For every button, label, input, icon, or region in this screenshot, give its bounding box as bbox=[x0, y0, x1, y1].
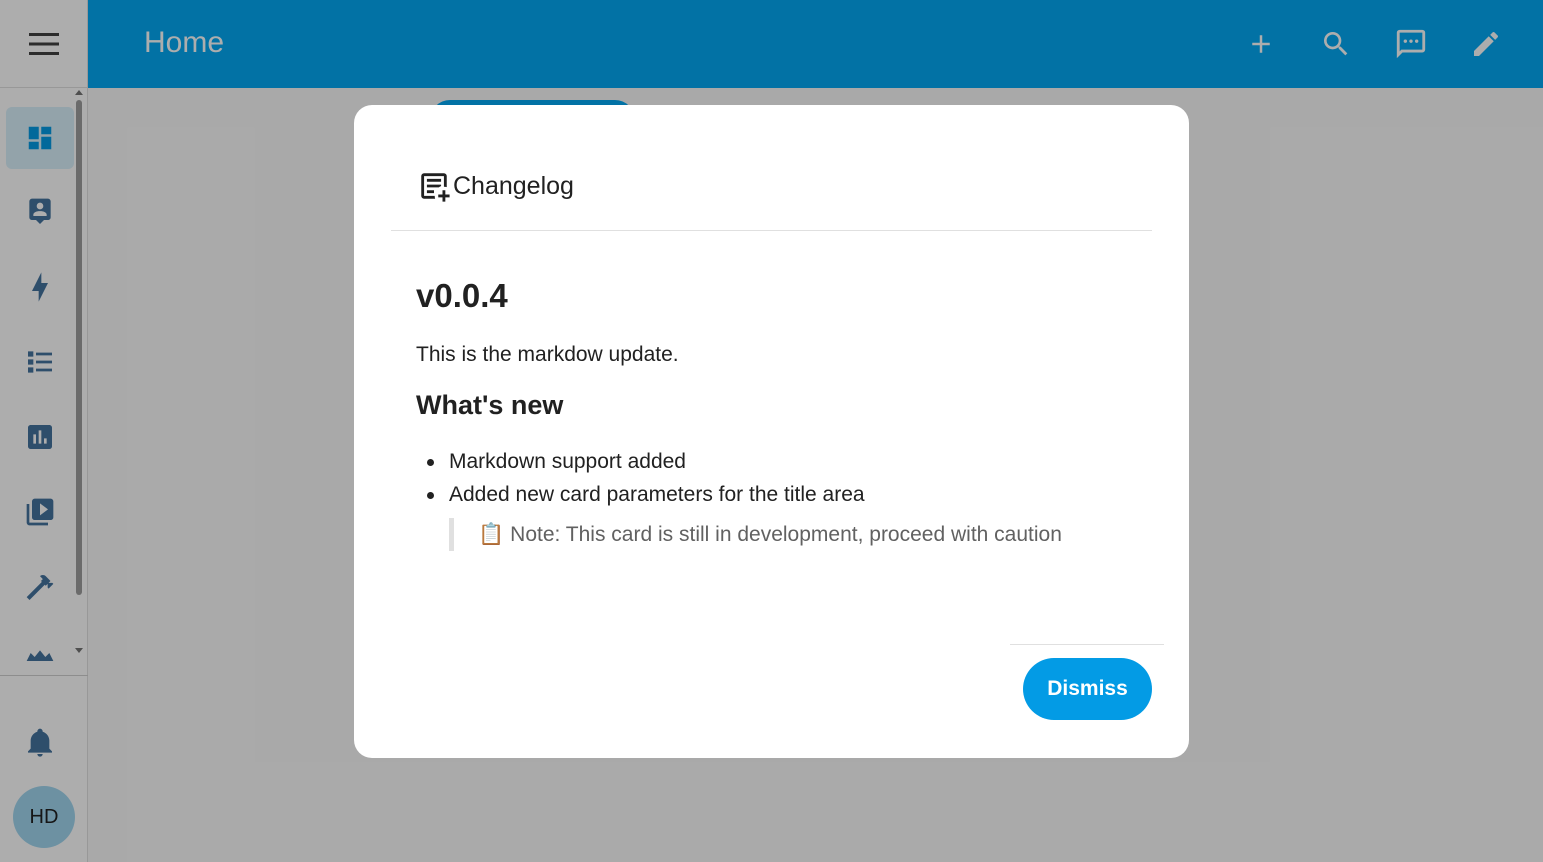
changelog-icon bbox=[421, 173, 450, 202]
dialog-header-divider bbox=[391, 230, 1152, 231]
version-heading: v0.0.4 bbox=[416, 277, 508, 314]
list-item: Markdown support added bbox=[416, 445, 1156, 478]
dialog-header: Changelog bbox=[417, 169, 574, 203]
dismiss-button[interactable]: Dismiss bbox=[1023, 658, 1152, 720]
list-item: Added new card parameters for the title … bbox=[416, 478, 1156, 511]
note-text: Note: This card is still in development,… bbox=[510, 522, 1062, 546]
dialog-title: Changelog bbox=[453, 171, 574, 200]
note-blockquote: 📋 Note: This card is still in developmen… bbox=[449, 518, 1062, 551]
section-heading: What's new bbox=[416, 390, 564, 420]
clipboard-icon: 📋 bbox=[478, 522, 505, 546]
changes-list: Markdown support added Added new card pa… bbox=[416, 445, 1156, 511]
dialog-footer-divider bbox=[1010, 644, 1164, 645]
version-description: This is the markdow update. bbox=[416, 343, 679, 366]
changelog-dialog: Changelog v0.0.4 This is the markdow upd… bbox=[354, 105, 1189, 758]
